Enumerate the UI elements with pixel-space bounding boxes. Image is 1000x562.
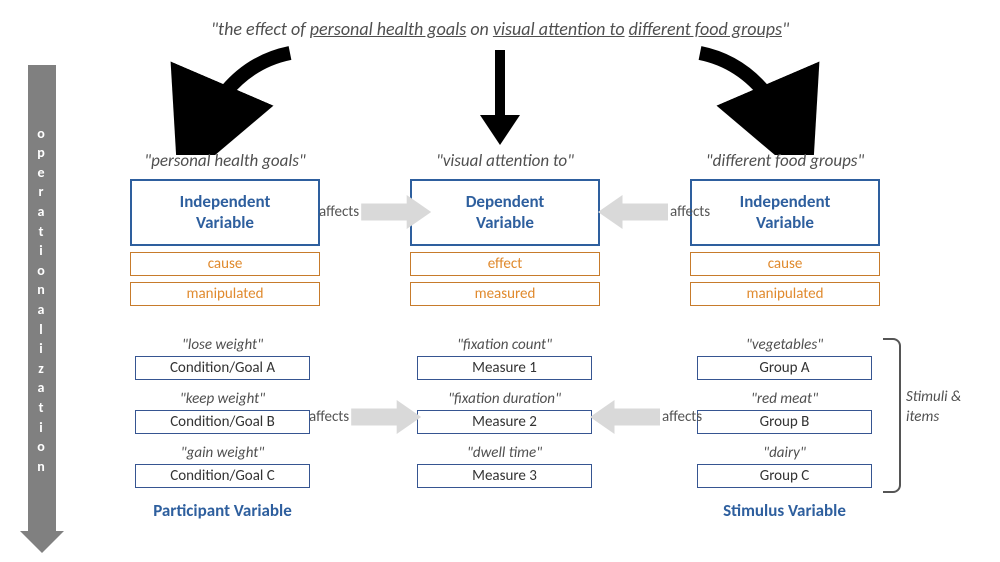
affects-arrow-top-right: affects [598, 195, 712, 229]
item-label: "gain weight" [135, 444, 310, 462]
item-label: "red meat" [697, 390, 872, 408]
group-box: Group B [697, 410, 872, 434]
arrow-down-icon [20, 531, 64, 553]
measured-tag: measured [410, 282, 600, 306]
affects-label: affects [662, 408, 702, 426]
sidebar-text: operationalization [37, 124, 47, 477]
col-right-bottom: "vegetables" Group A "red meat" Group B … [697, 330, 872, 521]
stimulus-variable-label: Stimulus Variable [697, 500, 872, 521]
title-end: " [782, 18, 789, 40]
stimuli-items-label: Stimuli & items [906, 388, 986, 427]
item-label: "lose weight" [135, 336, 310, 354]
arrow-right-icon [351, 400, 421, 434]
affects-label: affects [319, 203, 359, 221]
effect-tag: effect [410, 252, 600, 276]
arrow-right-icon [361, 195, 431, 229]
item-label: "dairy" [697, 444, 872, 462]
curve-arrow-left-icon [170, 45, 300, 155]
title-u1: personal health goals [310, 18, 466, 40]
group-box: Group A [697, 356, 872, 380]
curve-arrow-right-icon [690, 45, 820, 155]
independent-variable-box-right: Independent Variable [690, 179, 880, 246]
col-right-top: "different food groups" Independent Vari… [690, 150, 880, 306]
col-center-bottom: "fixation count" Measure 1 "fixation dur… [417, 330, 592, 492]
measure-box: Measure 3 [417, 464, 592, 488]
heading-center: "visual attention to" [410, 150, 600, 171]
affects-label: affects [309, 408, 349, 426]
col-left-bottom: "lose weight" Condition/Goal A "keep wei… [135, 330, 310, 521]
col-left-top: "personal health goals" Independent Vari… [130, 150, 320, 306]
manipulated-tag-right: manipulated [690, 282, 880, 306]
condition-box: Condition/Goal C [135, 464, 310, 488]
title-prefix: "the [211, 18, 246, 40]
measure-box: Measure 2 [417, 410, 592, 434]
arrow-left-icon [598, 195, 668, 229]
independent-variable-box-left: Independent Variable [130, 179, 320, 246]
manipulated-tag-left: manipulated [130, 282, 320, 306]
heading-left: "personal health goals" [130, 150, 320, 171]
brace-icon [883, 338, 901, 493]
cause-tag-right: cause [690, 252, 880, 276]
affects-arrow-bottom-right: affects [590, 400, 704, 434]
title-on: on [466, 18, 493, 40]
title-u2: visual attention to [493, 18, 625, 40]
arrow-left-icon [590, 400, 660, 434]
group-box: Group C [697, 464, 872, 488]
condition-box: Condition/Goal A [135, 356, 310, 380]
item-label: "dwell time" [417, 444, 592, 462]
participant-variable-label: Participant Variable [135, 500, 310, 521]
dependent-variable-box: Dependent Variable [410, 179, 600, 246]
cause-tag-left: cause [130, 252, 320, 276]
title-of: of [287, 18, 310, 40]
title-u3: different food groups [629, 18, 782, 40]
col-center-top: "visual attention to" Dependent Variable… [410, 150, 600, 306]
operationalization-sidebar: operationalization [28, 65, 56, 535]
item-label: "vegetables" [697, 336, 872, 354]
heading-right: "different food groups" [690, 150, 880, 171]
item-label: "fixation count" [417, 336, 592, 354]
condition-box: Condition/Goal B [135, 410, 310, 434]
arrow-down-center-icon [470, 45, 530, 150]
title: "the effect of personal health goals on … [0, 18, 1000, 40]
affects-arrow-bottom-left: affects [307, 400, 421, 434]
item-label: "fixation duration" [417, 390, 592, 408]
affects-arrow-top-left: affects [317, 195, 431, 229]
title-effect: effect [246, 18, 287, 40]
affects-label: affects [670, 203, 710, 221]
measure-box: Measure 1 [417, 356, 592, 380]
item-label: "keep weight" [135, 390, 310, 408]
